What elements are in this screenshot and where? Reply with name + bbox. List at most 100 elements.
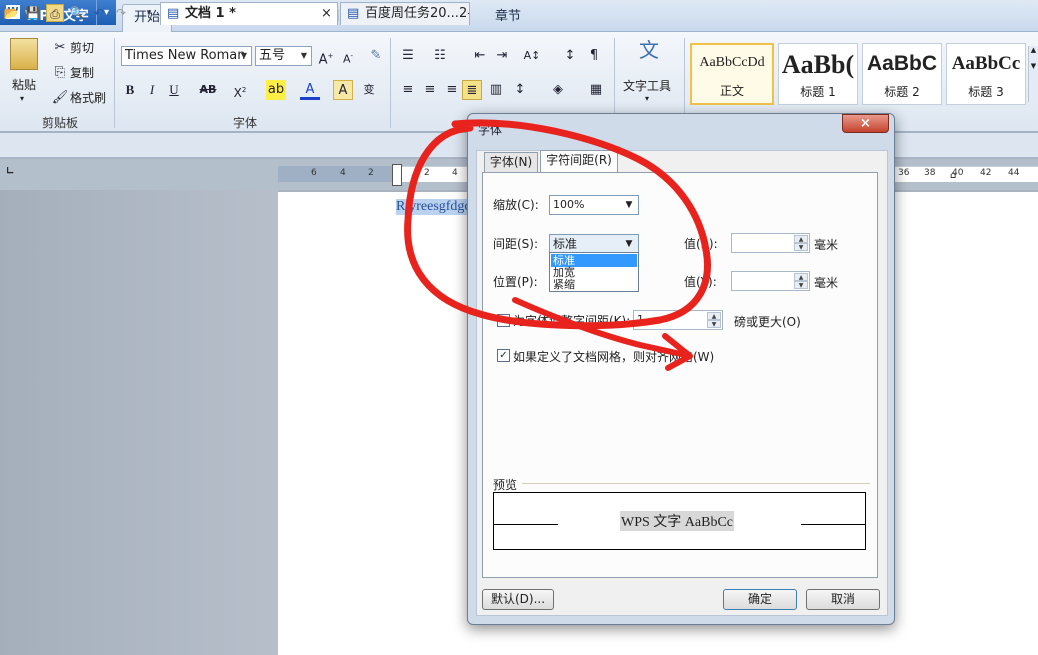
- sort-icon[interactable]: ↕: [560, 46, 580, 66]
- cancel-button[interactable]: 取消: [806, 589, 880, 610]
- format-painter-button[interactable]: 格式刷: [70, 89, 106, 106]
- spin-down-icon[interactable]: ▼: [794, 243, 808, 251]
- phonetic-guide-icon[interactable]: 变: [358, 80, 380, 100]
- doc-tab[interactable]: ▤ 百度周任务20...2-6: [340, 2, 470, 25]
- copy-button[interactable]: 复制: [70, 64, 94, 81]
- style-heading-1[interactable]: AaBb( 标题 1: [778, 43, 858, 105]
- unit-label: 毫米: [814, 238, 839, 252]
- underline-icon[interactable]: U: [164, 80, 184, 100]
- show-marks-icon[interactable]: ¶: [584, 46, 604, 66]
- print-icon[interactable]: ⎙: [46, 4, 64, 22]
- close-icon[interactable]: ×: [321, 3, 332, 24]
- shrink-font-icon[interactable]: A-: [338, 46, 358, 66]
- tab-font[interactable]: 字体(N): [484, 152, 538, 173]
- style-heading-3[interactable]: AaBbCc 标题 3: [946, 43, 1026, 105]
- italic-icon[interactable]: I: [142, 80, 162, 100]
- spacing-dropdown-list[interactable]: 标准 加宽 紧缩: [549, 252, 639, 292]
- preview-line: [494, 524, 558, 525]
- align-center-icon[interactable]: ≡: [420, 80, 440, 100]
- preview-label: 预览: [493, 478, 518, 492]
- highlight-icon[interactable]: ab: [266, 80, 286, 100]
- text-tools-button[interactable]: 文字工具: [623, 77, 671, 94]
- undo-icon[interactable]: ↶: [90, 4, 108, 22]
- selected-text[interactable]: Rtyreesgfdgc: [396, 199, 473, 215]
- save-icon[interactable]: 💾: [24, 4, 42, 22]
- paste-dropdown-icon[interactable]: ▾: [20, 94, 24, 103]
- scissors-icon[interactable]: ✂: [50, 38, 70, 58]
- indent-marker[interactable]: [392, 164, 402, 186]
- spacing-option-condensed[interactable]: 紧缩: [551, 278, 637, 291]
- decrease-indent-icon[interactable]: ⇤: [470, 46, 490, 66]
- right-indent-marker[interactable]: ⌂: [950, 170, 956, 181]
- redo-icon[interactable]: ↷: [112, 4, 130, 22]
- customize-toolbar-icon[interactable]: ▾: [140, 4, 158, 22]
- chevron-down-icon[interactable]: ▾: [645, 94, 649, 103]
- doc-tab-active[interactable]: ▤ 文档 1 * ×: [160, 2, 338, 25]
- paste-icon[interactable]: [10, 38, 38, 70]
- kerning-spinner[interactable]: 1 ▲ ▼: [633, 310, 723, 330]
- text-tools-icon[interactable]: 文: [634, 40, 664, 70]
- font-color-icon[interactable]: A: [300, 80, 320, 100]
- tab-char-spacing[interactable]: 字符间距(R): [540, 150, 618, 173]
- close-icon[interactable]: ×: [842, 114, 889, 133]
- chevron-down-icon[interactable]: ▼: [237, 47, 251, 65]
- ruler-number: 36: [898, 168, 910, 178]
- ok-button[interactable]: 确定: [723, 589, 797, 610]
- spacing-select[interactable]: 标准 ▼: [549, 234, 639, 254]
- position-amount-spinner[interactable]: ▲ ▼: [731, 271, 810, 291]
- group-label-font: 字体: [232, 116, 257, 130]
- tab-stop-selector[interactable]: ∟: [6, 166, 14, 177]
- document-icon: ▤: [347, 6, 360, 21]
- distributed-icon[interactable]: ▥: [486, 80, 506, 100]
- clear-format-icon[interactable]: ✎: [366, 46, 386, 66]
- chevron-down-icon[interactable]: ▼: [297, 47, 311, 65]
- spin-up-icon[interactable]: ▲: [794, 273, 808, 281]
- ruler-number: 42: [980, 168, 992, 178]
- spin-up-icon[interactable]: ▲: [707, 312, 721, 320]
- text-direction-icon[interactable]: A↕: [522, 46, 542, 66]
- line-spacing-icon[interactable]: ↕: [510, 80, 530, 100]
- strikethrough-icon[interactable]: AB: [196, 80, 220, 100]
- preview-divider: [522, 483, 870, 484]
- kerning-checkbox[interactable]: [497, 314, 510, 327]
- tab-chapter[interactable]: 章节: [486, 4, 530, 32]
- font-name-combo[interactable]: Times New Roman ▼: [121, 46, 252, 66]
- justify-icon[interactable]: ≣: [462, 80, 482, 100]
- borders-icon[interactable]: ▦: [586, 80, 606, 100]
- kerning-label: 为字体调整字间距(K):: [513, 314, 631, 328]
- format-painter-icon[interactable]: 🖌: [50, 88, 70, 108]
- bold-icon[interactable]: B: [120, 80, 140, 100]
- superscript-icon[interactable]: X2: [230, 80, 250, 100]
- char-shading-icon[interactable]: A: [333, 80, 353, 100]
- default-button[interactable]: 默认(D)...: [482, 589, 554, 610]
- scale-select[interactable]: 100% ▼: [549, 195, 639, 215]
- increase-indent-icon[interactable]: ⇥: [492, 46, 512, 66]
- align-right-icon[interactable]: ≡: [442, 80, 462, 100]
- chevron-down-icon[interactable]: ▼: [622, 196, 636, 214]
- copy-icon[interactable]: ⎘: [50, 63, 70, 83]
- shading-icon[interactable]: ◈: [548, 80, 568, 100]
- spin-down-icon[interactable]: ▼: [794, 281, 808, 289]
- style-heading-2[interactable]: AaBbC 标题 2: [862, 43, 942, 105]
- grid-checkbox[interactable]: ✓: [497, 349, 510, 362]
- paste-button[interactable]: 粘贴: [12, 76, 36, 93]
- dialog-title: 字体: [478, 123, 503, 137]
- spin-up-icon[interactable]: ▲: [794, 235, 808, 243]
- cut-button[interactable]: 剪切: [70, 39, 94, 56]
- style-normal[interactable]: AaBbCcDd 正文: [690, 43, 774, 105]
- font-size-combo[interactable]: 五号 ▼: [255, 46, 312, 66]
- document-icon: ▤: [167, 6, 180, 21]
- print-preview-icon[interactable]: 🔍: [68, 4, 86, 22]
- align-left-icon[interactable]: ≡: [398, 80, 418, 100]
- style-name: 正文: [719, 84, 744, 98]
- position-label: 位置(P):: [493, 275, 538, 289]
- ruler-number: 44: [1008, 168, 1020, 178]
- spacing-amount-spinner[interactable]: ▲ ▼: [731, 233, 810, 253]
- spin-down-icon[interactable]: ▼: [707, 320, 721, 328]
- bullets-icon[interactable]: ☰: [398, 46, 418, 66]
- open-icon[interactable]: 📂: [2, 4, 20, 22]
- styles-scroll[interactable]: ▲ ▼: [1028, 46, 1038, 102]
- grow-font-icon[interactable]: A+: [316, 46, 336, 67]
- chevron-down-icon[interactable]: ▼: [622, 235, 636, 253]
- numbering-icon[interactable]: ☷: [430, 46, 450, 66]
